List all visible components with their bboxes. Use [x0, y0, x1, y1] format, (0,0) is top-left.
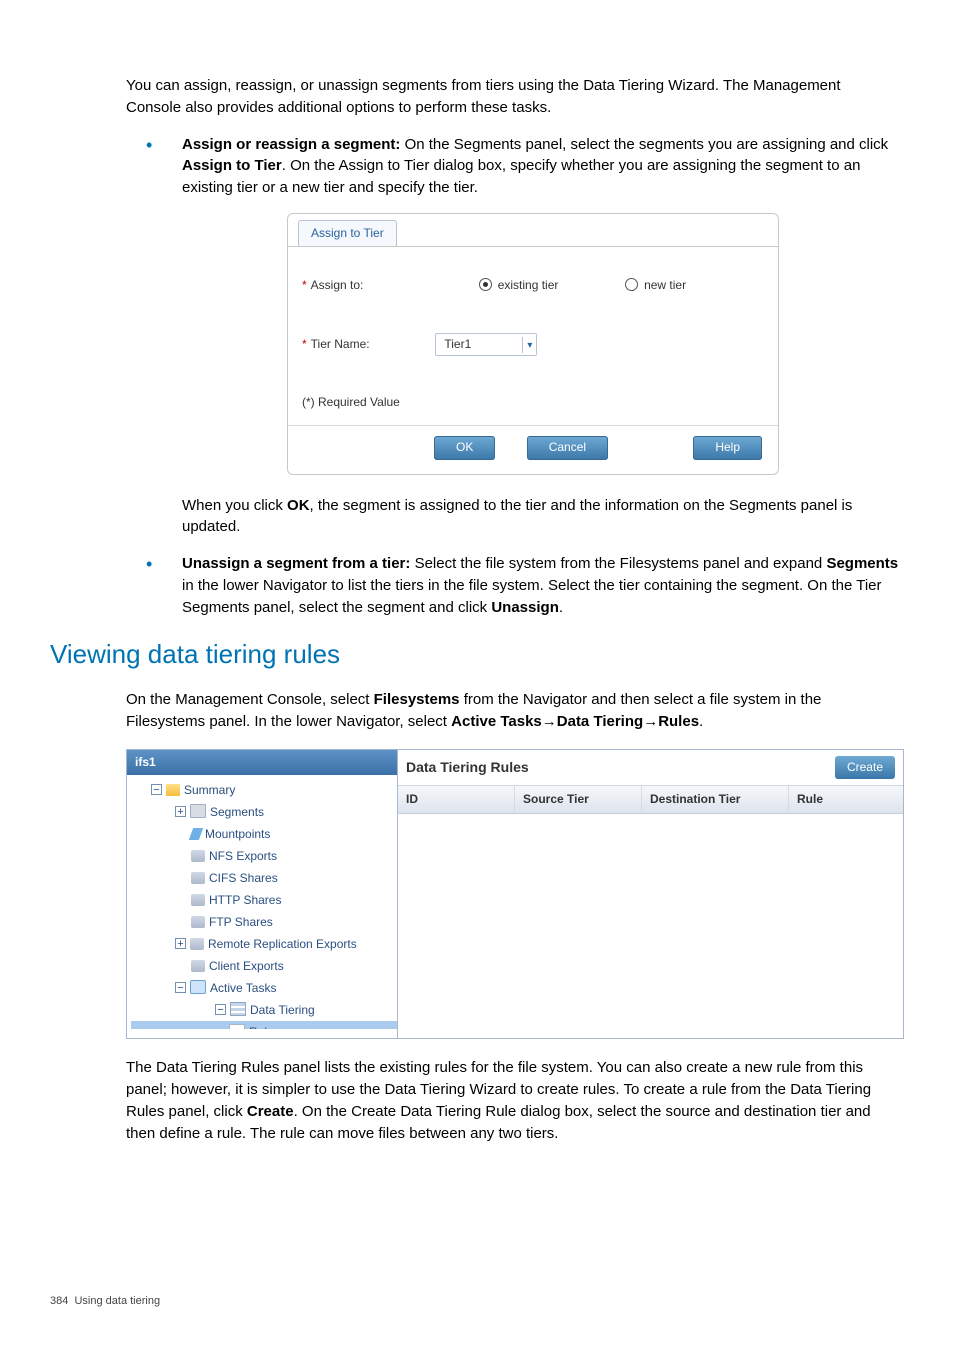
navigator-title: ifs1 — [127, 750, 397, 775]
radio-icon — [479, 278, 492, 291]
tree-item[interactable]: Rules — [131, 1021, 397, 1029]
rules-paragraph: The Data Tiering Rules panel lists the e… — [126, 1057, 884, 1144]
bullet-list: Assign or reassign a segment: On the Seg… — [146, 134, 904, 619]
radio-existing[interactable]: existing tier — [479, 278, 559, 292]
bullet-unassign-lead: Unassign a segment from a tier: — [182, 555, 410, 572]
point-icon — [189, 828, 203, 840]
navigator-tree: − Summary + Segments Mountpoints NFS Exports C… — [127, 775, 397, 1029]
bullet-assign-text: On the Segments panel, select the segmen… — [400, 136, 888, 153]
tree-item-label: CIFS Shares — [209, 871, 278, 885]
share-icon — [191, 894, 205, 906]
tree-item-label: NFS Exports — [209, 849, 277, 863]
assignto-label: *Assign to: — [302, 277, 432, 294]
cancel-button[interactable]: Cancel — [527, 436, 608, 459]
box-icon — [190, 804, 206, 818]
tasks-icon — [190, 980, 206, 994]
tree-item-label: HTTP Shares — [209, 893, 281, 907]
tree-item[interactable]: Client Exports — [131, 955, 397, 977]
tier-select[interactable]: Tier1▾ — [435, 333, 537, 356]
tree-item[interactable]: + Remote Replication Exports — [131, 933, 397, 955]
tree-toggle-icon[interactable]: − — [215, 1004, 226, 1015]
share-icon — [191, 960, 205, 972]
required-note: (*) Required Value — [302, 394, 764, 411]
tree-item[interactable]: HTTP Shares — [131, 889, 397, 911]
tree-item[interactable]: − Summary — [131, 779, 397, 801]
chevron-down-icon: ▾ — [522, 337, 536, 354]
tree-item[interactable]: Mountpoints — [131, 823, 397, 845]
radio-new[interactable]: new tier — [625, 278, 686, 292]
tree-item[interactable]: + Segments — [131, 801, 397, 823]
page-footer: 384 Using data tiering — [50, 1294, 904, 1310]
share-icon — [191, 872, 205, 884]
rules-panel-title: Data Tiering Rules — [406, 757, 529, 777]
tree-item-label: Active Tasks — [210, 981, 276, 995]
tree-toggle-icon[interactable]: + — [175, 938, 186, 949]
tree-item-label: Summary — [184, 783, 235, 797]
tree-item-label: Data Tiering — [250, 1003, 315, 1017]
stack-icon — [230, 1002, 246, 1016]
bullet-unassign: Unassign a segment from a tier: Select t… — [146, 553, 904, 618]
tree-item-label: FTP Shares — [209, 915, 273, 929]
rule-icon — [229, 1024, 245, 1029]
help-button[interactable]: Help — [693, 436, 762, 459]
intro-paragraph: You can assign, reassign, or unassign se… — [126, 75, 884, 119]
assign-dialog: Assign to Tier *Assign to: existing tier… — [287, 213, 779, 475]
col-source-tier[interactable]: Source Tier — [515, 786, 642, 813]
folder-icon — [166, 784, 180, 796]
create-button[interactable]: Create — [835, 756, 895, 779]
share-icon — [191, 850, 205, 862]
tree-item[interactable]: CIFS Shares — [131, 867, 397, 889]
tree-item[interactable]: FTP Shares — [131, 911, 397, 933]
page-number: 384 — [50, 1295, 68, 1307]
heading-viewing-rules: Viewing data tiering rules — [50, 636, 904, 674]
tree-item-label: Segments — [210, 805, 264, 819]
col-id[interactable]: ID — [398, 786, 515, 813]
bullet-assign-lead: Assign or reassign a segment: — [182, 136, 400, 153]
share-icon — [190, 938, 204, 950]
footer-section: Using data tiering — [74, 1295, 160, 1307]
rules-panel: Data Tiering Rules Create ID Source Tier… — [398, 749, 904, 1040]
tree-item[interactable]: NFS Exports — [131, 845, 397, 867]
col-rule[interactable]: Rule — [789, 786, 903, 813]
bullet-assign: Assign or reassign a segment: On the Seg… — [146, 134, 904, 539]
tree-item[interactable]: − Active Tasks — [131, 977, 397, 999]
tree-item-label: Remote Replication Exports — [208, 937, 357, 951]
navigator-panel: ifs1 − Summary + Segments Mountpoints NFS Exp… — [126, 749, 398, 1040]
ok-button[interactable]: OK — [434, 436, 495, 459]
bullet-assign-text2: . On the Assign to Tier dialog box, spec… — [182, 157, 860, 196]
radio-icon — [625, 278, 638, 291]
after-dialog-paragraph: When you click OK, the segment is assign… — [182, 495, 904, 539]
tier-select-value: Tier1 — [436, 334, 522, 355]
tree-toggle-icon[interactable]: − — [151, 784, 162, 795]
tree-toggle-icon[interactable]: − — [175, 982, 186, 993]
tree-item-label: Rules — [249, 1025, 280, 1029]
rules-grid-header: ID Source Tier Destination Tier Rule — [398, 786, 903, 814]
share-icon — [191, 916, 205, 928]
tree-toggle-icon[interactable]: + — [175, 806, 186, 817]
dialog-tab[interactable]: Assign to Tier — [298, 220, 397, 246]
col-destination-tier[interactable]: Destination Tier — [642, 786, 789, 813]
tree-item-label: Mountpoints — [205, 827, 270, 841]
tree-item-label: Client Exports — [209, 959, 284, 973]
rules-grid-body — [398, 814, 903, 1038]
bullet-assign-bold1: Assign to Tier — [182, 157, 282, 174]
tiername-label: *Tier Name: — [302, 336, 432, 353]
tree-item[interactable]: − Data Tiering — [131, 999, 397, 1021]
nav-paragraph: On the Management Console, select Filesy… — [126, 689, 884, 733]
